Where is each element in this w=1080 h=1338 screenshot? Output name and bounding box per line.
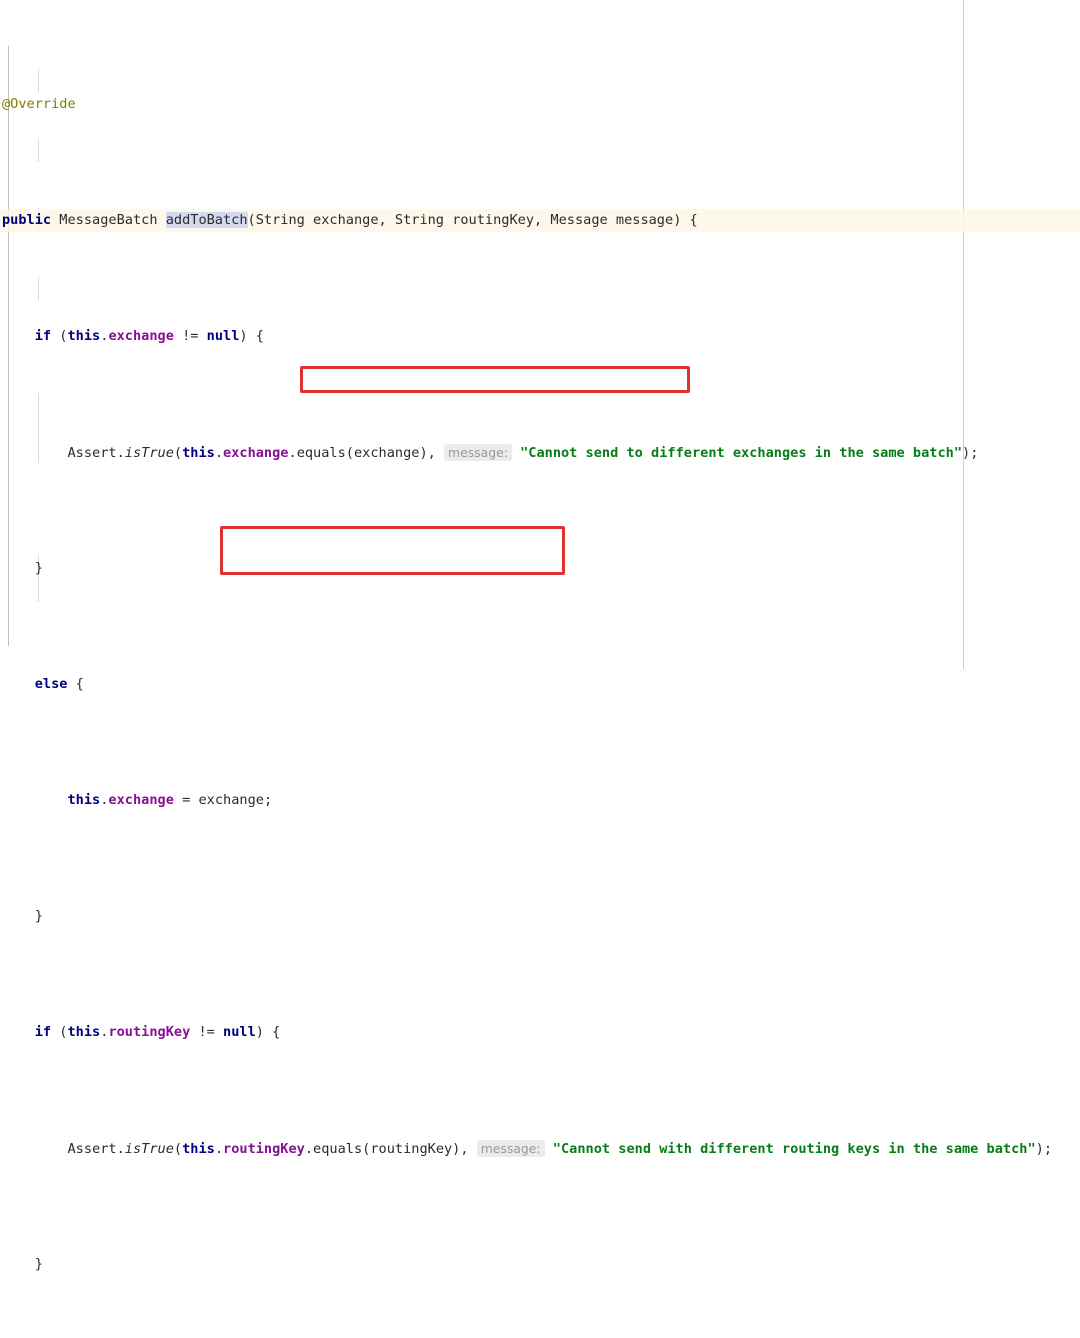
param1-name: exchange	[313, 211, 379, 228]
code-line-4[interactable]: Assert.isTrue(this.exchange.equals(excha…	[0, 441, 1080, 464]
code-content[interactable]: @Override public MessageBatch addToBatch…	[0, 0, 1080, 1338]
paren-open: (	[247, 211, 256, 228]
code-line-8[interactable]: }	[0, 905, 1080, 928]
param2-name: routingKey	[452, 211, 535, 228]
method-istrue: isTrue	[124, 444, 174, 461]
code-line-3[interactable]: if (this.exchange != null) {	[0, 325, 1080, 348]
return-type: MessageBatch	[59, 211, 158, 228]
code-line-9[interactable]: if (this.routingKey != null) {	[0, 1021, 1080, 1044]
code-line-6[interactable]: else {	[0, 673, 1080, 696]
keyword-null: null	[223, 1023, 256, 1040]
field-exchange: exchange	[223, 444, 289, 461]
string-literal-routingkey-error: "Cannot send with different routing keys…	[552, 1140, 1036, 1157]
field-routingkey: routingKey	[223, 1140, 305, 1157]
keyword-this: this	[182, 1140, 215, 1157]
override-annotation: @Override	[2, 95, 76, 112]
method-equals: equals	[296, 444, 346, 461]
keyword-if: if	[34, 327, 52, 344]
closing-brace: }	[34, 907, 43, 924]
value-exchange: exchange	[198, 791, 264, 808]
code-line-1[interactable]: @Override	[0, 93, 1080, 116]
closing-brace: }	[34, 559, 43, 576]
code-line-10[interactable]: Assert.isTrue(this.routingKey.equals(rou…	[0, 1137, 1080, 1160]
method-equals: equals	[313, 1140, 363, 1157]
class-assert: Assert	[67, 444, 117, 461]
code-line-5[interactable]: }	[0, 557, 1080, 580]
param2-type: String	[394, 211, 444, 228]
param1-type: String	[255, 211, 305, 228]
param3-type: Message	[550, 211, 608, 228]
class-assert: Assert	[67, 1140, 117, 1157]
field-routingkey: routingKey	[108, 1023, 191, 1040]
keyword-null: null	[206, 327, 240, 344]
code-editor[interactable]: @Override public MessageBatch addToBatch…	[0, 0, 1080, 1272]
code-line-7[interactable]: this.exchange = exchange;	[0, 789, 1080, 812]
keyword-this: this	[67, 327, 101, 344]
code-line-11[interactable]: }	[0, 1253, 1080, 1276]
code-line-2[interactable]: public MessageBatch addToBatch(String ex…	[0, 208, 1080, 232]
keyword-this: this	[67, 1023, 101, 1040]
field-exchange: exchange	[108, 791, 174, 808]
field-exchange: exchange	[108, 327, 174, 344]
keyword-this: this	[67, 791, 101, 808]
closing-brace: }	[34, 1255, 43, 1272]
param3-name: message	[615, 211, 674, 228]
string-literal-exchange-error: "Cannot send to different exchanges in t…	[520, 444, 963, 461]
keyword-else: else	[34, 675, 68, 692]
param-hint-message: message:	[444, 443, 512, 461]
keyword-this: this	[182, 444, 215, 461]
keyword-if: if	[34, 1023, 52, 1040]
method-name-addtobatch[interactable]: addToBatch	[165, 211, 248, 228]
param-hint-message: message:	[476, 1139, 545, 1157]
keyword-public: public	[2, 211, 52, 228]
method-istrue: isTrue	[124, 1140, 174, 1157]
